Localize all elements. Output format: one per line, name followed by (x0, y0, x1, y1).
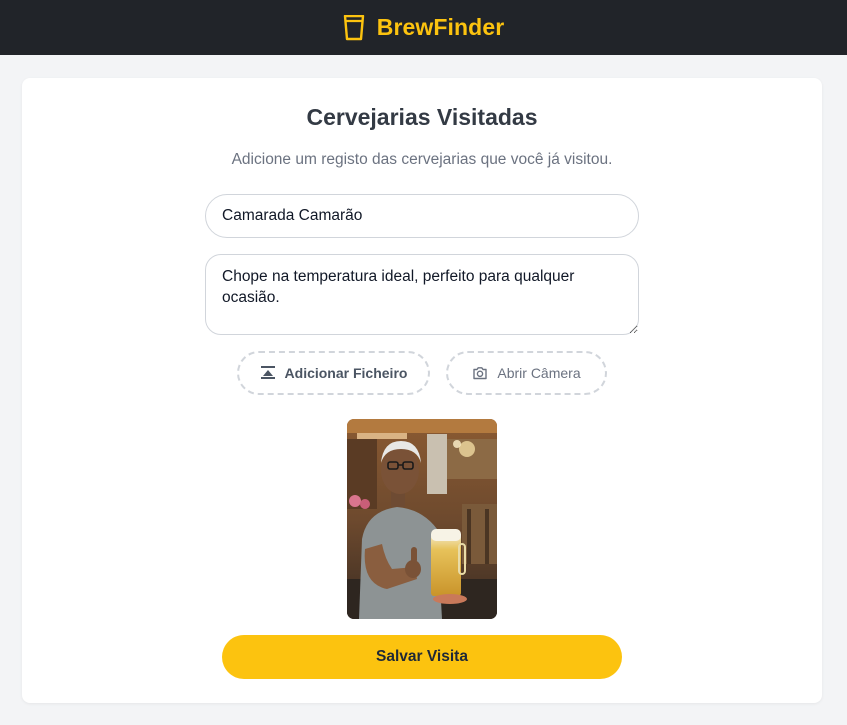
upload-icon (260, 366, 275, 379)
top-navbar: BrewFinder (0, 0, 847, 55)
add-file-label: Adicionar Ficheiro (284, 365, 408, 381)
save-visit-button[interactable]: Salvar Visita (222, 635, 622, 679)
open-camera-button[interactable]: Abrir Câmera (446, 351, 607, 395)
brand-logo[interactable]: BrewFinder (343, 14, 505, 41)
photo-preview (347, 419, 497, 619)
camera-icon (473, 367, 488, 380)
open-camera-label: Abrir Câmera (497, 365, 581, 381)
photo-preview-image (347, 419, 497, 619)
notes-textarea[interactable]: Chope na temperatura ideal, perfeito par… (205, 254, 639, 335)
brand-name: BrewFinder (376, 14, 505, 40)
brewery-name-input[interactable] (205, 194, 639, 238)
beer-glass-icon (343, 14, 364, 40)
add-file-button[interactable]: Adicionar Ficheiro (237, 351, 430, 395)
page-subtitle: Adicione um registo das cervejarias que … (231, 151, 613, 168)
page-title: Cervejarias Visitadas (306, 104, 538, 130)
visit-form-card: Cervejarias Visitadas Adicione um regist… (22, 78, 822, 703)
